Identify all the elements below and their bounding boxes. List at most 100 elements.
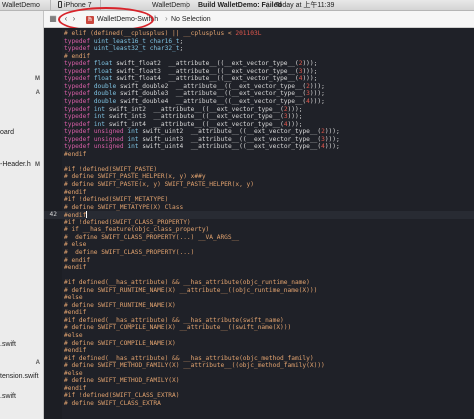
- code-line[interactable]: #endif: [44, 151, 474, 159]
- code-line[interactable]: # define SWIFT_CLASS_EXTRA: [44, 400, 474, 408]
- build-timestamp: Today at 上午11:39: [275, 2, 335, 9]
- code-line[interactable]: typedef double swift_double3 __attribute…: [44, 90, 474, 98]
- navigator-file-item[interactable]: [0, 148, 43, 158]
- navigator-file-item[interactable]: [0, 118, 43, 128]
- code-line[interactable]: typedef uint_least16_t char16_t;: [44, 38, 474, 46]
- code-text: # endif: [64, 52, 91, 60]
- code-line[interactable]: # else: [44, 241, 474, 249]
- code-text: typedef unsigned int swift_uint4 __attri…: [64, 143, 340, 151]
- code-text: typedef float swift_float4 __attribute__…: [64, 75, 318, 83]
- code-line[interactable]: typedef float swift_float2 __attribute__…: [44, 60, 474, 68]
- navigator-file-item[interactable]: .swift: [0, 392, 43, 402]
- navigator-file-item[interactable]: M: [0, 74, 43, 84]
- code-line[interactable]: # define SWIFT_CLASS_PROPERTY(...): [44, 249, 474, 257]
- scm-status-badge: M: [35, 162, 40, 168]
- navigator-file-item[interactable]: .swift: [0, 340, 43, 350]
- code-text: typedef float swift_float2 __attribute__…: [64, 60, 318, 68]
- code-line[interactable]: # define SWIFT_PASTE(x, y) SWIFT_PASTE_H…: [44, 181, 474, 189]
- code-line[interactable]: #if !defined(SWIFT_METATYPE): [44, 196, 474, 204]
- code-line[interactable]: typedef uint_least32_t char32_t;: [44, 45, 474, 53]
- code-line[interactable]: [44, 158, 474, 166]
- code-text: # define SWIFT_PASTE(x, y) SWIFT_PASTE_H…: [64, 181, 254, 188]
- code-line[interactable]: #else: [44, 294, 474, 302]
- scm-status-badge: A: [35, 360, 40, 366]
- build-status[interactable]: Build WalletDemo: Failed: [198, 1, 282, 10]
- code-line[interactable]: # define SWIFT_COMPILE_NAME(X): [44, 340, 474, 348]
- code-line[interactable]: typedef int swift_int3 __attribute__((__…: [44, 113, 474, 121]
- scm-status-badge: M: [35, 76, 40, 82]
- code-text: typedef int swift_int3 __attribute__((__…: [64, 113, 303, 121]
- code-line[interactable]: # if __has_feature(objc_class_property): [44, 226, 474, 234]
- code-line[interactable]: #if !defined(SWIFT_CLASS_EXTRA): [44, 392, 474, 400]
- activity-separator: |: [267, 2, 269, 9]
- window-title-bar: WalletDemo iPhone 7 WalletDemo | Build W…: [0, 0, 474, 11]
- code-line[interactable]: # define SWIFT_METHOD_FAMILY(X) __attrib…: [44, 362, 474, 370]
- code-line[interactable]: typedef unsigned int swift_uint4 __attri…: [44, 143, 474, 151]
- code-text: #else: [64, 332, 83, 339]
- code-line[interactable]: typedef int swift_int2 __attribute__((__…: [44, 106, 474, 114]
- code-line[interactable]: #else: [44, 332, 474, 340]
- code-line[interactable]: #if defined(__has_attribute) && __has_at…: [44, 355, 474, 363]
- code-line[interactable]: typedef unsigned int swift_uint2 __attri…: [44, 128, 474, 136]
- activity-app-name: WalletDemo: [152, 2, 190, 9]
- code-line[interactable]: typedef unsigned int swift_uint3 __attri…: [44, 136, 474, 144]
- code-line[interactable]: # define SWIFT_METHOD_FAMILY(X): [44, 377, 474, 385]
- code-text: #if defined(__has_attribute) && __has_at…: [64, 316, 284, 324]
- code-text: typedef uint_least32_t char32_t;: [64, 45, 184, 53]
- code-text: # define SWIFT_COMPILE_NAME(X) __attribu…: [64, 324, 292, 332]
- code-text: # else: [64, 241, 87, 249]
- breadcrumb-separator-icon: ›: [165, 14, 168, 23]
- code-text: #if !defined(SWIFT_CLASS_PROPERTY): [64, 218, 191, 226]
- source-editor[interactable]: # elif (defined(__cplusplus) || __cplusp…: [44, 28, 474, 419]
- navigator-file-label: tension.swift: [0, 373, 39, 380]
- code-text: typedef int swift_int2 __attribute__((__…: [64, 105, 303, 113]
- scheme-selector[interactable]: WalletDemo: [2, 1, 40, 10]
- navigator-file-item[interactable]: -Header.h M: [0, 160, 43, 170]
- code-line[interactable]: typedef int swift_int4 __attribute__((__…: [44, 121, 474, 129]
- code-line[interactable]: [44, 272, 474, 280]
- code-line[interactable]: #endif: [44, 189, 474, 197]
- code-line[interactable]: # endif: [44, 257, 474, 265]
- navigator-file-item[interactable]: [0, 170, 43, 180]
- code-line[interactable]: typedef double swift_double2 __attribute…: [44, 83, 474, 91]
- current-code-line[interactable]: 42 #endif: [44, 211, 474, 219]
- code-line[interactable]: typedef float swift_float4 __attribute__…: [44, 75, 474, 83]
- code-line[interactable]: # define SWIFT_COMPILE_NAME(X) __attribu…: [44, 324, 474, 332]
- navigator-file-item[interactable]: A: [0, 358, 43, 368]
- code-line[interactable]: # define SWIFT_RUNTIME_NAME(X): [44, 302, 474, 310]
- code-line[interactable]: # define SWIFT_CLASS_PROPERTY(...) __VA_…: [44, 234, 474, 242]
- code-line[interactable]: #endif: [44, 309, 474, 317]
- code-text: # define SWIFT_METHOD_FAMILY(X) __attrib…: [64, 362, 325, 370]
- navigator-file-label: .swift: [0, 393, 16, 400]
- code-line[interactable]: typedef float swift_float3 __attribute__…: [44, 68, 474, 76]
- code-text: # define SWIFT_RUNTIME_NAME(X): [64, 301, 176, 309]
- code-line[interactable]: #if defined(__has_attribute) && __has_at…: [44, 317, 474, 325]
- code-line[interactable]: # define SWIFT_METATYPE(X) Class: [44, 204, 474, 212]
- code-line[interactable]: #endif: [44, 385, 474, 393]
- navigator-file-item[interactable]: oard: [0, 128, 43, 138]
- code-text: # define SWIFT_CLASS_EXTRA: [64, 399, 161, 407]
- code-line[interactable]: typedef double swift_double4 __attribute…: [44, 98, 474, 106]
- code-line[interactable]: #if !defined(SWIFT_CLASS_PROPERTY): [44, 219, 474, 227]
- code-text: # define SWIFT_CLASS_PROPERTY(...): [64, 248, 195, 256]
- code-line[interactable]: # elif (defined(__cplusplus) || __cplusp…: [44, 30, 474, 38]
- code-line[interactable]: #if defined(__has_attribute) && __has_at…: [44, 279, 474, 287]
- code-text: # if __has_feature(objc_class_property): [64, 226, 210, 234]
- code-text: #if defined(__has_attribute) && __has_at…: [64, 279, 310, 287]
- navigator-file-item[interactable]: A: [0, 88, 43, 98]
- code-line[interactable]: # define SWIFT_PASTE_HELPER(x, y) x##y: [44, 173, 474, 181]
- navigator-file-label: -Header.h: [0, 161, 31, 168]
- code-line[interactable]: # define SWIFT_RUNTIME_NAME(X) __attribu…: [44, 287, 474, 295]
- code-text: # define SWIFT_METHOD_FAMILY(X): [64, 377, 180, 385]
- code-line[interactable]: #if !defined(SWIFT_PASTE): [44, 166, 474, 174]
- code-line[interactable]: #else: [44, 370, 474, 378]
- line-number: 42: [49, 211, 57, 219]
- project-navigator: M Aoard -Header.h M .swift Atension.swift .swi…: [0, 11, 44, 419]
- code-line[interactable]: # endif: [44, 53, 474, 61]
- code-line[interactable]: #endif: [44, 264, 474, 272]
- related-items-grid-icon[interactable]: ▦: [48, 14, 58, 24]
- navigator-file-item[interactable]: tension.swift: [0, 372, 43, 382]
- breadcrumb-selection[interactable]: No Selection: [171, 15, 211, 25]
- code-line[interactable]: #endif: [44, 347, 474, 355]
- code-text: typedef double swift_double3 __attribute…: [64, 90, 325, 98]
